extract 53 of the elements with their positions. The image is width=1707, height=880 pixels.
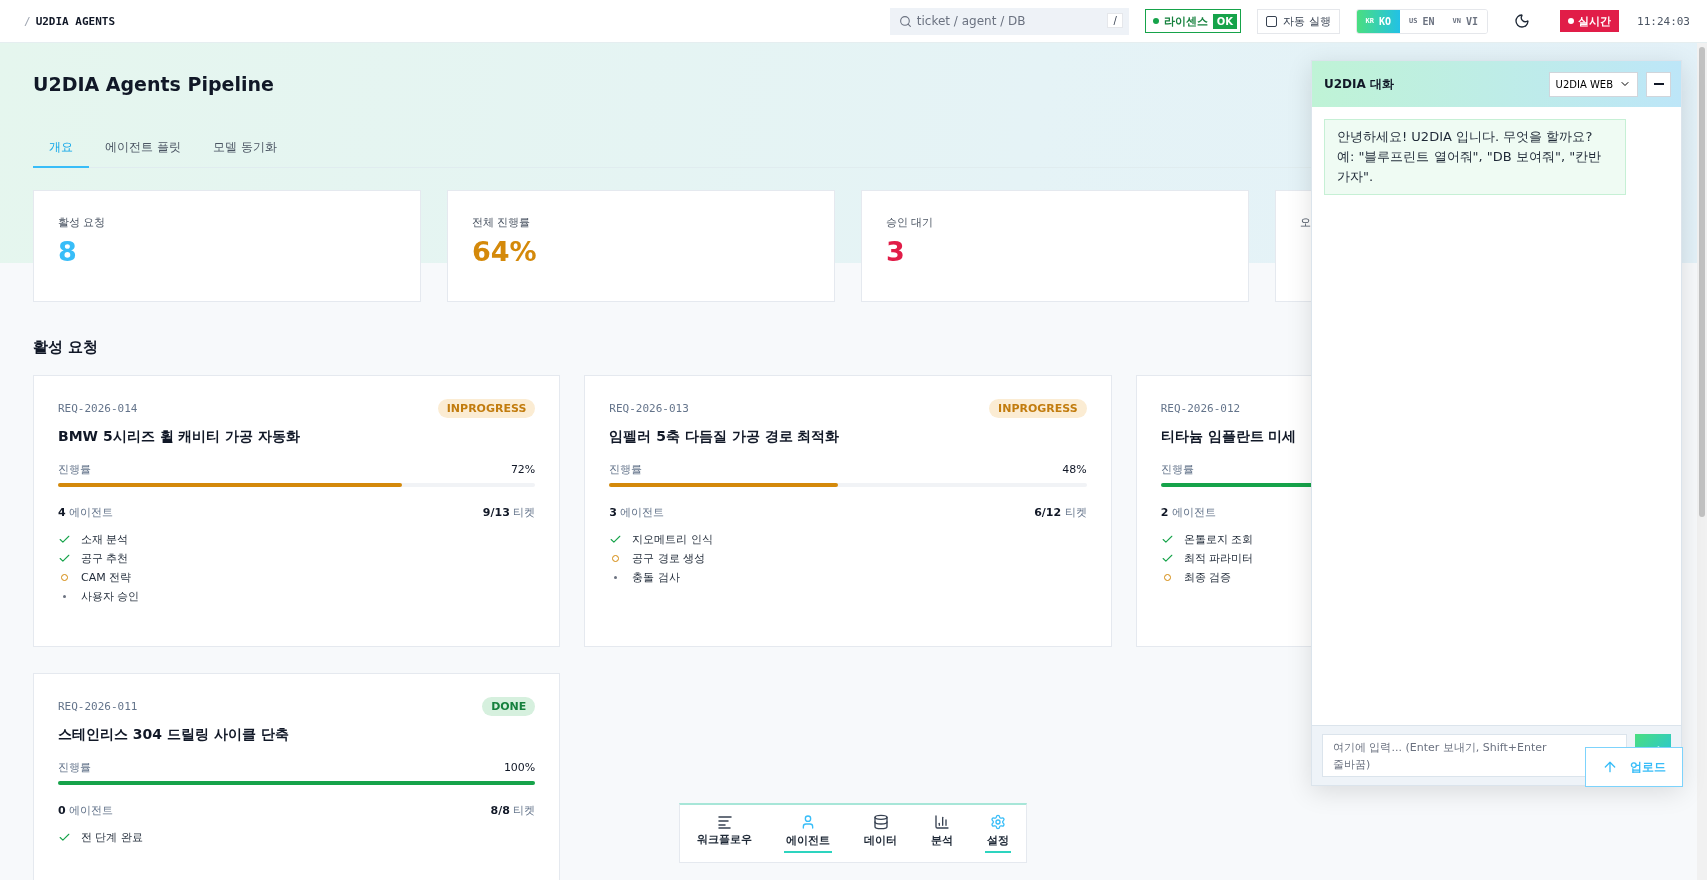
progress-label: 진행률 (609, 462, 643, 477)
stat-value: 8 (58, 236, 77, 267)
agent-count: 4 에이전트 (58, 505, 114, 520)
status-badge: INPROGRESS (437, 398, 536, 418)
progress-value: 72% (510, 463, 536, 476)
ticket-count: 8/8 티켓 (490, 803, 536, 818)
page-title: U2DIA Agents Pipeline (33, 73, 274, 95)
request-id: REQ-2026-013 (609, 401, 689, 415)
step-label: CAM 전략 (81, 570, 132, 585)
ticket-count: 9/13 티켓 (482, 505, 536, 520)
ticket-count: 6/12 티켓 (1034, 505, 1087, 520)
request-title: 티타늄 임플란트 미세 (1160, 428, 1297, 446)
agent-count: 3 에이전트 (609, 505, 665, 520)
step-label: 공구 경로 생성 (632, 551, 706, 566)
chat-message: 안녕하세요! U2DIA 입니다. 무엇을 할까요? 예: "블루프린트 열어줘", "DB 보여줘", "칸반 가자". (1324, 119, 1626, 195)
license-status: OK (1212, 13, 1238, 29)
step-label: 전 단계 완료 (81, 830, 143, 845)
step-label: 공구 추천 (81, 551, 129, 566)
stat-label: 오 (1300, 215, 1311, 230)
progress-value: 100% (503, 761, 536, 774)
step-label: 온톨로지 조회 (1183, 532, 1254, 547)
step-label: 소재 분석 (81, 532, 129, 547)
section-title: 활성 요청 (33, 338, 99, 357)
breadcrumb-separator: / (24, 14, 31, 28)
agent-count: 0 에이전트 (58, 803, 114, 818)
step-label: 충돌 검사 (632, 570, 680, 585)
progress-value: 48% (1062, 463, 1087, 476)
progress-label: 진행률 (58, 760, 91, 775)
chat-title: U2DIA 대화 (1324, 75, 1395, 93)
step-label: 최적 파라미터 (1183, 551, 1254, 566)
stat-label: 전체 진행률 (472, 215, 531, 230)
step-label: 최종 검증 (1183, 570, 1232, 585)
progress-label: 진행률 (1160, 462, 1194, 477)
request-title: 스테인리스 304 드릴링 사이클 단축 (58, 726, 289, 744)
status-badge: DONE (482, 696, 536, 716)
step-label: 사용자 승인 (81, 589, 140, 604)
stat-label: 활성 요청 (58, 215, 106, 230)
request-title: BMW 5시리즈 휠 캐비티 가공 자동화 (58, 428, 301, 446)
status-badge: INPROGRESS (989, 398, 1087, 418)
request-title: 임펠러 5축 다듬질 가공 경로 최적화 (609, 428, 840, 446)
app-title: U2DIA AGENTS (35, 14, 116, 28)
clock-time: 11:24:03 (1637, 14, 1690, 28)
stat-label: 승인 대기 (886, 215, 934, 230)
license-label: 라이센스 (1163, 13, 1208, 29)
step-label: 지오메트리 인식 (632, 532, 713, 547)
stat-value: 3 (886, 236, 905, 267)
stat-value: 64% (472, 236, 537, 267)
agent-count: 2 에이전트 (1160, 505, 1216, 520)
request-id: REQ-2026-014 (58, 401, 138, 415)
request-id: REQ-2026-012 (1160, 401, 1241, 415)
auto-run-label: 자동 실행 (1283, 13, 1331, 29)
progress-label: 진행률 (58, 462, 91, 477)
request-id: REQ-2026-011 (58, 699, 138, 713)
